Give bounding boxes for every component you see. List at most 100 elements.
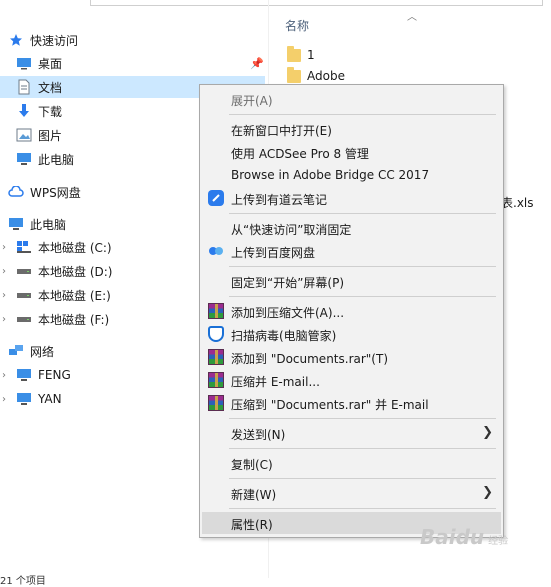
nav-disk-c[interactable]: 本地磁盘 (C:) [16, 236, 112, 258]
nav-this-pc[interactable]: 此电脑 [8, 213, 66, 235]
windows-drive-icon [16, 239, 32, 255]
menu-item-pin-start[interactable]: 固定到“开始”屏幕(P) [202, 270, 501, 292]
menu-separator [229, 478, 496, 479]
context-menu: 展开(A) 在新窗口中打开(E) 使用 ACDSee Pro 8 管理 Brow… [199, 84, 504, 538]
folder-icon [287, 66, 301, 83]
nav-this-pc-quick[interactable]: 此电脑 [16, 148, 74, 170]
menu-item-acdsee[interactable]: 使用 ACDSee Pro 8 管理 [202, 141, 501, 163]
expand-chevron-icon[interactable]: › [2, 394, 6, 405]
youdao-note-icon [208, 190, 224, 206]
expand-chevron-icon[interactable]: › [2, 266, 6, 277]
nav-network[interactable]: 网络 [8, 340, 54, 362]
nav-label: 此电脑 [38, 152, 75, 167]
menu-separator [229, 296, 496, 297]
download-arrow-icon [16, 103, 32, 119]
menu-separator [229, 266, 496, 267]
nav-disk-d[interactable]: 本地磁盘 (D:) [16, 260, 112, 282]
menu-label: 从“快速访问”取消固定 [231, 223, 352, 237]
list-item[interactable]: Adobe [287, 66, 345, 86]
menu-label: 在新窗口中打开(E) [231, 124, 332, 138]
list-item[interactable]: 1 [287, 45, 315, 65]
nav-downloads[interactable]: 下载 [16, 100, 62, 122]
computer-icon [8, 216, 24, 232]
menu-item-youdao[interactable]: 上传到有道云笔记 [202, 187, 501, 209]
desktop-icon [16, 55, 32, 71]
nav-quick-access[interactable]: 快速访问 [8, 29, 78, 51]
nav-label: 图片 [38, 128, 63, 143]
menu-label: 上传到有道云笔记 [231, 193, 328, 207]
drive-icon [16, 311, 32, 327]
drive-icon [16, 263, 32, 279]
watermark-sub: 经验 [488, 536, 509, 547]
nav-label: 本地磁盘 (D:) [38, 264, 113, 279]
menu-label: 属性(R) [231, 518, 273, 532]
nav-label: 桌面 [38, 56, 63, 71]
picture-icon [16, 127, 32, 143]
menu-item-copy[interactable]: 复制(C) [202, 452, 501, 474]
menu-item-new[interactable]: 新建(W) ❯ [202, 482, 501, 504]
nav-disk-e[interactable]: 本地磁盘 (E:) [16, 284, 111, 306]
menu-separator [229, 448, 496, 449]
computer-icon [16, 391, 32, 407]
menu-item-compress-email[interactable]: 压缩并 E-mail... [202, 369, 501, 391]
winrar-icon [208, 395, 224, 411]
menu-item-scan[interactable]: 扫描病毒(电脑管家) [202, 323, 501, 345]
menu-item-unpin[interactable]: 从“快速访问”取消固定 [202, 217, 501, 239]
shield-icon [208, 326, 224, 342]
winrar-icon [208, 303, 224, 319]
menu-label: 发送到(N) [231, 428, 286, 442]
menu-item-compress-rar-email[interactable]: 压缩到 "Documents.rar" 并 E-mail [202, 392, 501, 414]
nav-label: 文档 [38, 80, 63, 95]
drive-icon [16, 287, 32, 303]
menu-item-send-to[interactable]: 发送到(N) ❯ [202, 422, 501, 444]
menu-item-add-rar[interactable]: 添加到 "Documents.rar"(T) [202, 346, 501, 368]
sort-caret-icon[interactable]: ︿ [407, 8, 417, 23]
menu-separator [229, 508, 496, 509]
watermark-text: Baidu [420, 525, 485, 549]
nav-yan[interactable]: YAN [16, 388, 62, 410]
expand-chevron-icon[interactable]: › [2, 290, 6, 301]
submenu-arrow-icon: ❯ [482, 485, 493, 500]
file-name-partial[interactable]: 表.xls [501, 194, 534, 211]
expand-chevron-icon[interactable]: › [2, 314, 6, 325]
menu-label: 展开(A) [231, 94, 273, 108]
pin-icon[interactable]: 📌 [250, 57, 264, 70]
winrar-icon [208, 372, 224, 388]
nav-label: YAN [38, 392, 62, 406]
menu-separator [229, 418, 496, 419]
nav-label: 本地磁盘 (E:) [38, 288, 111, 303]
status-bar-text: 21 个项目 [0, 576, 46, 587]
cloud-icon [8, 184, 24, 200]
submenu-arrow-icon: ❯ [482, 425, 493, 440]
nav-label: WPS网盘 [30, 185, 81, 200]
column-header-name[interactable]: 名称 [285, 17, 309, 34]
nav-wps[interactable]: WPS网盘 [8, 181, 81, 203]
menu-item-open-new-window[interactable]: 在新窗口中打开(E) [202, 118, 501, 140]
menu-label: 上传到百度网盘 [231, 246, 316, 260]
nav-label: 本地磁盘 (C:) [38, 240, 112, 255]
expand-chevron-icon[interactable]: › [2, 242, 6, 253]
menu-label: 使用 ACDSee Pro 8 管理 [231, 147, 369, 161]
menu-label: 复制(C) [231, 458, 273, 472]
nav-label: FENG [38, 368, 71, 382]
menu-label: 添加到压缩文件(A)... [231, 306, 345, 320]
winrar-icon [208, 349, 224, 365]
nav-label: 网络 [30, 344, 55, 359]
folder-icon [287, 45, 301, 62]
network-icon [8, 343, 24, 359]
nav-label: 此电脑 [30, 217, 67, 232]
menu-label: 压缩并 E-mail... [231, 375, 320, 389]
nav-pictures[interactable]: 图片 [16, 124, 62, 146]
menu-item-bridge[interactable]: Browse in Adobe Bridge CC 2017 [202, 164, 501, 186]
nav-label: 快速访问 [30, 33, 79, 48]
menu-item-add-archive[interactable]: 添加到压缩文件(A)... [202, 300, 501, 322]
baidu-watermark: Baidu 经验 [420, 525, 508, 549]
nav-feng[interactable]: FENG [16, 364, 71, 386]
menu-item-baidu[interactable]: 上传到百度网盘 [202, 240, 501, 262]
menu-item-expand[interactable]: 展开(A) [202, 88, 501, 110]
nav-desktop[interactable]: 桌面 [16, 52, 62, 74]
computer-icon [16, 367, 32, 383]
nav-disk-f[interactable]: 本地磁盘 (F:) [16, 308, 109, 330]
file-name: Adobe [307, 69, 345, 83]
expand-chevron-icon[interactable]: › [2, 370, 6, 381]
